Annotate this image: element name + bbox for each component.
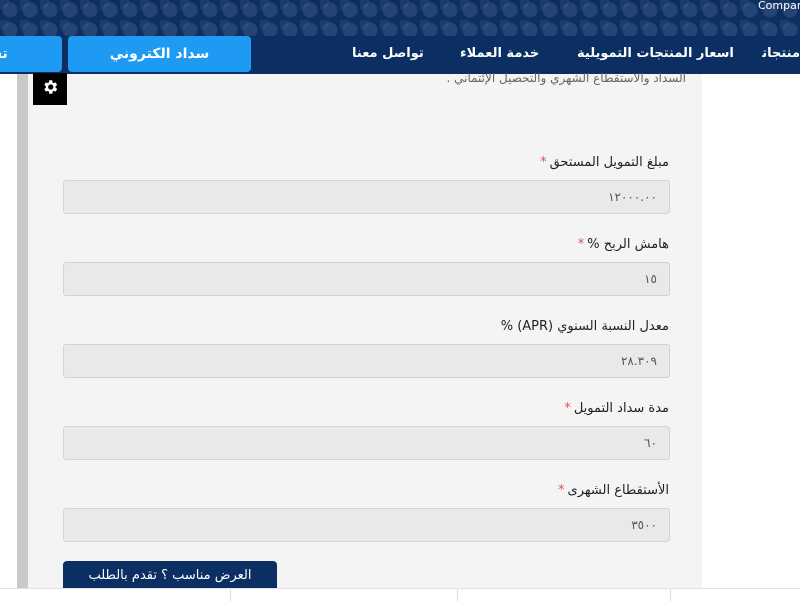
divider — [670, 589, 671, 601]
financing-amount-input[interactable]: ١٢٠٠٠.٠٠ — [63, 180, 670, 214]
nav-products[interactable]: منتجاتنا — [762, 46, 800, 61]
field-label-text: هامش الربح % — [587, 237, 669, 252]
panel-description: السداد والاستقطاع الشهري والتحصيل الإئتم… — [446, 71, 686, 85]
required-marker: * — [577, 237, 585, 252]
main-nav: منتجاتنا اسعار المنتجات التمويلية خدمة ا… — [0, 36, 800, 74]
divider — [230, 589, 231, 601]
profit-margin-input[interactable]: ١٥ — [63, 262, 670, 296]
e-payment-button[interactable]: سداد الكتروني — [68, 36, 251, 72]
register-button[interactable]: تسجيل — [0, 36, 62, 72]
nav-customer-service[interactable]: خدمة العملاء — [460, 46, 539, 61]
field-label-profit-margin: هامش الربح %* — [578, 237, 669, 252]
nav-contact[interactable]: تواصل معنا — [352, 46, 424, 61]
nav-prices[interactable]: اسعار المنتجات التمويلية — [577, 46, 734, 61]
settings-button[interactable] — [33, 73, 67, 105]
field-label-text: معدل النسبة السنوي (APR) % — [500, 319, 669, 334]
apr-input[interactable]: ٢٨.٣٠٩ — [63, 344, 670, 378]
required-marker: * — [540, 155, 547, 170]
required-marker: * — [564, 401, 571, 416]
apply-button[interactable]: العرض مناسب ؟ تقدم بالطلب — [63, 561, 277, 591]
field-label-repayment-period: مدة سداد التمويل* — [564, 401, 669, 416]
monthly-deduction-input[interactable]: ٣٥٠٠ — [63, 508, 670, 542]
required-marker: * — [558, 483, 565, 498]
top-banner: Company — [0, 0, 800, 36]
left-border — [17, 74, 28, 588]
repayment-period-input[interactable]: ٦٠ — [63, 426, 670, 460]
field-label-text: الأستقطاع الشهرى — [567, 483, 669, 498]
field-label-text: مدة سداد التمويل — [573, 401, 669, 416]
divider — [457, 589, 458, 601]
gear-icon — [41, 78, 59, 100]
field-label-financing-amount: مبلغ التمويل المستحق* — [540, 155, 669, 170]
bottom-strip — [0, 588, 800, 601]
company-link[interactable]: Company — [758, 0, 800, 12]
field-label-text: مبلغ التمويل المستحق — [549, 155, 669, 170]
field-label-monthly-deduction: الأستقطاع الشهرى* — [558, 483, 669, 498]
field-label-apr: معدل النسبة السنوي (APR) % — [501, 319, 669, 334]
